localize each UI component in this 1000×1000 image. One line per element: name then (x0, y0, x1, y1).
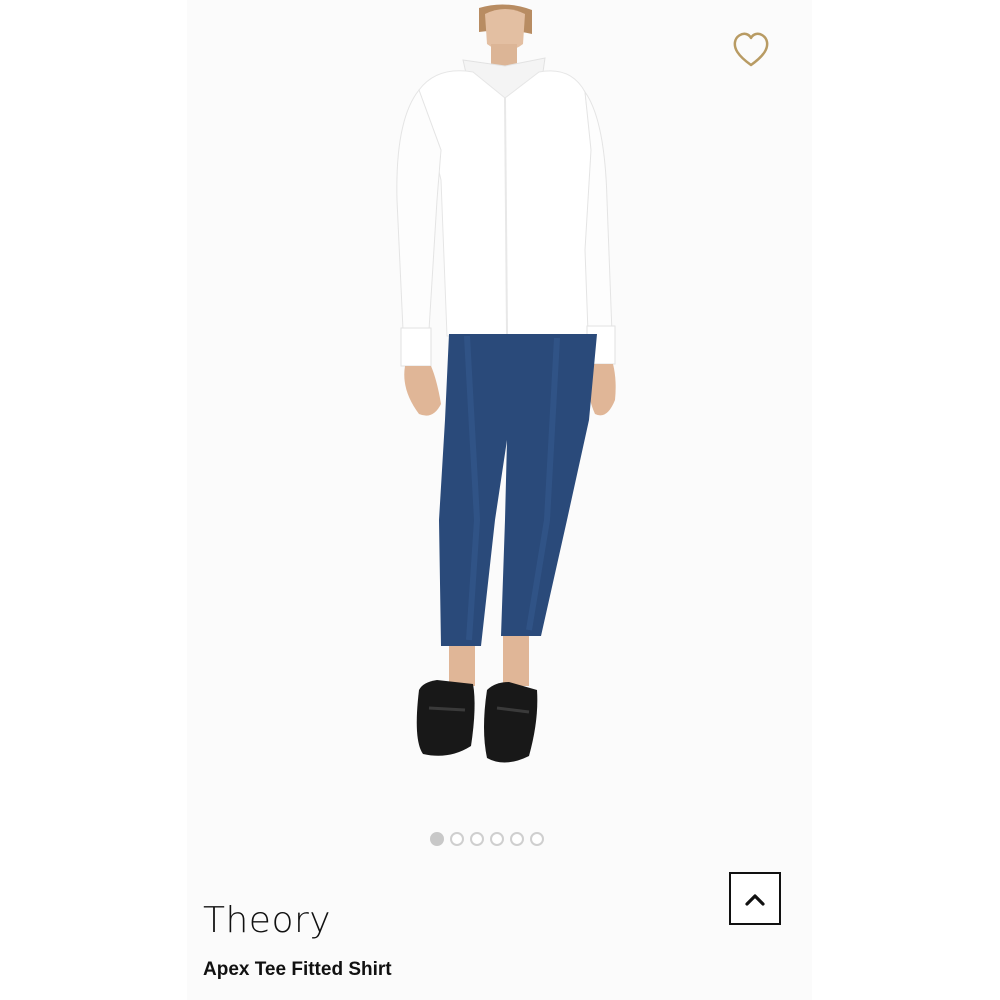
gallery-dot-1[interactable] (430, 832, 444, 846)
favorite-button[interactable] (730, 30, 772, 70)
gallery-dot-2[interactable] (450, 832, 464, 846)
product-image[interactable] (187, 0, 812, 800)
chevron-up-icon (745, 893, 765, 906)
gallery-pagination (430, 832, 544, 852)
product-brand: Theory (203, 900, 332, 941)
scroll-to-top-button[interactable] (729, 872, 781, 925)
product-page: Theory Apex Tee Fitted Shirt (0, 0, 1000, 1000)
heart-outline-icon (733, 32, 769, 67)
gallery-dot-5[interactable] (510, 832, 524, 846)
gallery-dot-4[interactable] (490, 832, 504, 846)
model-illustration (396, 4, 616, 763)
gallery-dot-3[interactable] (470, 832, 484, 846)
product-name: Apex Tee Fitted Shirt (203, 959, 392, 980)
gallery-dot-6[interactable] (530, 832, 544, 846)
